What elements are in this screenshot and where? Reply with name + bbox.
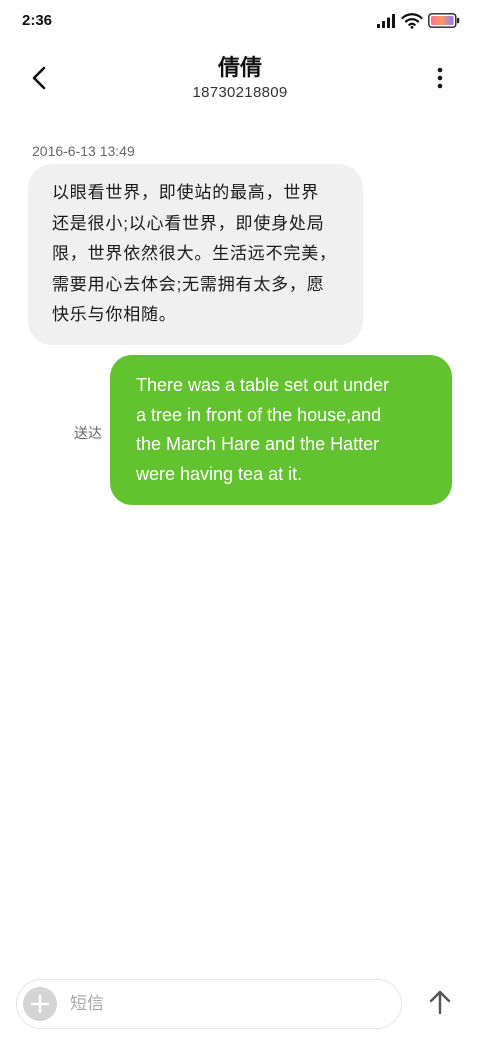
delivery-status: 送达	[74, 425, 102, 441]
more-options-button[interactable]	[428, 62, 452, 94]
wifi-icon	[401, 13, 423, 29]
send-button[interactable]	[424, 986, 456, 1018]
battery-icon	[428, 13, 460, 28]
received-message-bubble[interactable]: 以眼看世界，即使站的最高，世界 还是很小;以心看世界，即使身处局 限，世界依然很…	[28, 164, 363, 345]
message-timestamp: 2016-6-13 13:49	[32, 143, 135, 159]
signal-icon	[377, 14, 395, 28]
more-vertical-icon	[437, 67, 443, 89]
plus-icon	[30, 994, 50, 1014]
contact-name: 倩倩	[217, 55, 262, 80]
sent-message-bubble[interactable]: There was a table set out under a tree i…	[110, 355, 452, 505]
send-arrow-icon	[429, 990, 451, 1015]
contact-number: 18730218809	[192, 84, 288, 101]
status-time: 2:36	[22, 12, 53, 29]
message-input[interactable]	[70, 986, 370, 1022]
add-attachment-button[interactable]	[23, 987, 57, 1021]
